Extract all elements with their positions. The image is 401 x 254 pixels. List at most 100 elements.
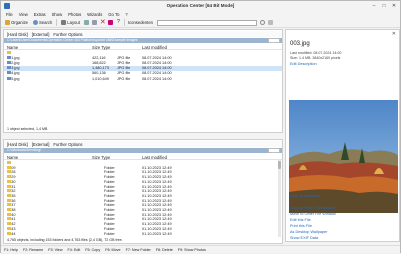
close-icon[interactable]: ✕ bbox=[389, 2, 399, 10]
fkey-rename[interactable]: F2: Rename bbox=[23, 246, 43, 253]
fkey-show-photos[interactable]: F9: Show Photos bbox=[178, 246, 206, 253]
copy-to-other-window-link[interactable]: Copy to Other File Window bbox=[290, 206, 335, 210]
col-name[interactable]: Name bbox=[7, 45, 18, 50]
menu-help[interactable]: ? bbox=[125, 11, 127, 18]
organize-button[interactable]: Organize bbox=[4, 19, 29, 27]
col-name[interactable]: Name bbox=[7, 155, 18, 160]
search-field-label: Iconsedenten bbox=[127, 20, 154, 25]
top-path-bar: [Hard Disk] [External] Further Options bbox=[4, 31, 282, 37]
rename-icon[interactable] bbox=[107, 20, 113, 25]
menu-file[interactable]: File bbox=[6, 11, 13, 18]
top-path-harddisk[interactable]: [Hard Disk] bbox=[7, 32, 28, 37]
move-to-other-window-link[interactable]: Move to Other File Window bbox=[290, 212, 336, 216]
top-path-external[interactable]: [External] bbox=[32, 32, 50, 37]
search-input[interactable] bbox=[157, 19, 258, 26]
delete-icon[interactable]: ✕ bbox=[100, 19, 106, 26]
table-row[interactable]: 005.jpg 1,010,649 JPG file 08.07.2024 14:00 bbox=[4, 76, 282, 82]
table-row[interactable]: 1044 Folder 01.10.2023 12:49 bbox=[4, 231, 282, 237]
file-name-cell: .. bbox=[7, 51, 11, 56]
preview-pane: ✕ 003.jpg Last modified: 08.07.2024 14:0… bbox=[285, 29, 400, 242]
menu-bar: File View Extras Show Photos Wizards Go … bbox=[1, 11, 400, 18]
file-name-cell: 1044 bbox=[7, 231, 15, 237]
edit-description-link[interactable]: Edit Description bbox=[290, 62, 317, 66]
folder-icon bbox=[7, 170, 11, 174]
folder-icon bbox=[7, 203, 11, 207]
fkey-new-folder[interactable]: F7: New Folder bbox=[126, 246, 151, 253]
col-size-type[interactable]: Size Type bbox=[92, 155, 110, 160]
layout-icon bbox=[61, 20, 67, 25]
folder-icon bbox=[7, 208, 11, 211]
menu-view[interactable]: View bbox=[19, 11, 28, 18]
move-icon[interactable] bbox=[91, 20, 97, 25]
folder-icon bbox=[5, 20, 10, 25]
copy-to-clipboard-link[interactable]: Copy to clipboard bbox=[290, 194, 320, 198]
show-exif-link[interactable]: Show EXIF Data bbox=[290, 236, 318, 240]
folder-icon bbox=[7, 184, 11, 188]
minimize-icon[interactable]: – bbox=[369, 2, 379, 10]
top-status: 1 object selected, 1,4 MB bbox=[7, 127, 48, 131]
image-file-icon bbox=[7, 71, 11, 75]
table-row[interactable]: 002.jpg 168,822 JPG file 08.07.2024 14:00 bbox=[4, 61, 282, 66]
top-address-bar[interactable]: C:\Users\User\Documents\Operation Center… bbox=[4, 38, 282, 43]
file-modified: 08.07.2024 14:00 bbox=[142, 61, 172, 66]
file-type: JPG file bbox=[117, 76, 131, 81]
organize-label: Organize bbox=[11, 20, 28, 25]
folder-icon bbox=[7, 212, 11, 216]
top-tips-button[interactable]: Tips bbox=[267, 38, 280, 43]
col-size-type[interactable]: Size Type bbox=[92, 45, 110, 50]
bottom-column-header: Name Size Type Last modified bbox=[4, 154, 282, 160]
bottom-address-bar[interactable]: C:\Windows\Servicing\ Tips bbox=[4, 148, 282, 153]
bottom-address-text: C:\Windows\Servicing\ bbox=[7, 148, 41, 152]
bottom-path-options[interactable]: Further Options bbox=[53, 142, 82, 147]
menu-extras[interactable]: Extras bbox=[34, 11, 46, 18]
table-row[interactable]: 001.jpg 422,116 JPG file 08.07.2024 14:00 bbox=[4, 56, 282, 61]
folder-icon bbox=[7, 175, 11, 179]
table-row[interactable]: .. bbox=[4, 51, 282, 56]
window-title: Operation Center [64 Bit Mode] bbox=[166, 3, 235, 8]
folder-icon bbox=[7, 189, 11, 193]
copy-icon[interactable] bbox=[83, 20, 89, 25]
filter-icon[interactable] bbox=[268, 20, 274, 25]
menu-goto[interactable]: Go To bbox=[108, 11, 119, 18]
print-file-link[interactable]: Print this File bbox=[290, 224, 312, 228]
clock-icon[interactable] bbox=[260, 20, 266, 25]
info-icon[interactable]: ? bbox=[116, 20, 121, 25]
fkey-view[interactable]: F3: View bbox=[48, 246, 62, 253]
desktop-wallpaper-link[interactable]: As Desktop Wallpaper bbox=[290, 230, 327, 234]
col-modified[interactable]: Last modified bbox=[142, 45, 167, 50]
fkey-help[interactable]: F1: Help bbox=[4, 246, 18, 253]
table-row[interactable]: 004.jpg 560,136 JPG file 08.07.2024 14:00 bbox=[4, 71, 282, 76]
file-modified: 08.07.2024 14:00 bbox=[142, 56, 172, 61]
file-name-cell: 002.jpg bbox=[7, 61, 19, 66]
top-path-options[interactable]: Further Options bbox=[53, 32, 82, 37]
scrollbar-thumb[interactable] bbox=[278, 161, 281, 169]
file-name-cell: 004.jpg bbox=[7, 71, 19, 76]
table-row[interactable]: 003.jpg 1,480,173 JPG file 08.07.2024 14:00 bbox=[4, 66, 282, 72]
file-size: 560,136 bbox=[92, 71, 106, 76]
bottom-path-harddisk[interactable]: [Hard Disk] bbox=[7, 142, 28, 147]
layout-button[interactable]: Layout bbox=[60, 19, 81, 27]
folder-icon bbox=[7, 165, 11, 169]
bottom-tips-button[interactable]: Tips bbox=[267, 148, 280, 153]
maximize-icon[interactable]: □ bbox=[379, 2, 389, 10]
bottom-scrollbar[interactable] bbox=[278, 160, 281, 237]
fkey-delete[interactable]: F8: Delete bbox=[156, 246, 173, 253]
fkey-edit[interactable]: F4: Edit bbox=[68, 246, 81, 253]
fkey-copy[interactable]: F5: Copy bbox=[85, 246, 100, 253]
toolbar-divider bbox=[56, 19, 58, 26]
top-address-text: C:\Users\User\Documents\Operation Center… bbox=[7, 38, 138, 42]
close-preview-icon[interactable]: ✕ bbox=[392, 31, 396, 37]
edit-file-link[interactable]: Edit this File bbox=[290, 218, 311, 222]
file-type: JPG file bbox=[117, 71, 131, 76]
layout-label: Layout bbox=[67, 20, 80, 25]
bottom-path-external[interactable]: [External] bbox=[32, 142, 50, 147]
menu-show[interactable]: Show bbox=[52, 11, 62, 18]
search-button[interactable]: Search bbox=[32, 19, 53, 27]
menu-wizards[interactable]: Wizards bbox=[87, 11, 102, 18]
folder-icon bbox=[7, 222, 11, 226]
col-modified[interactable]: Last modified bbox=[142, 155, 167, 160]
fkey-move[interactable]: F6: Move bbox=[105, 246, 120, 253]
menu-photos[interactable]: Photos bbox=[68, 11, 81, 18]
file-name-cell: 003.jpg bbox=[7, 66, 19, 71]
file-type: JPG file bbox=[117, 56, 131, 61]
